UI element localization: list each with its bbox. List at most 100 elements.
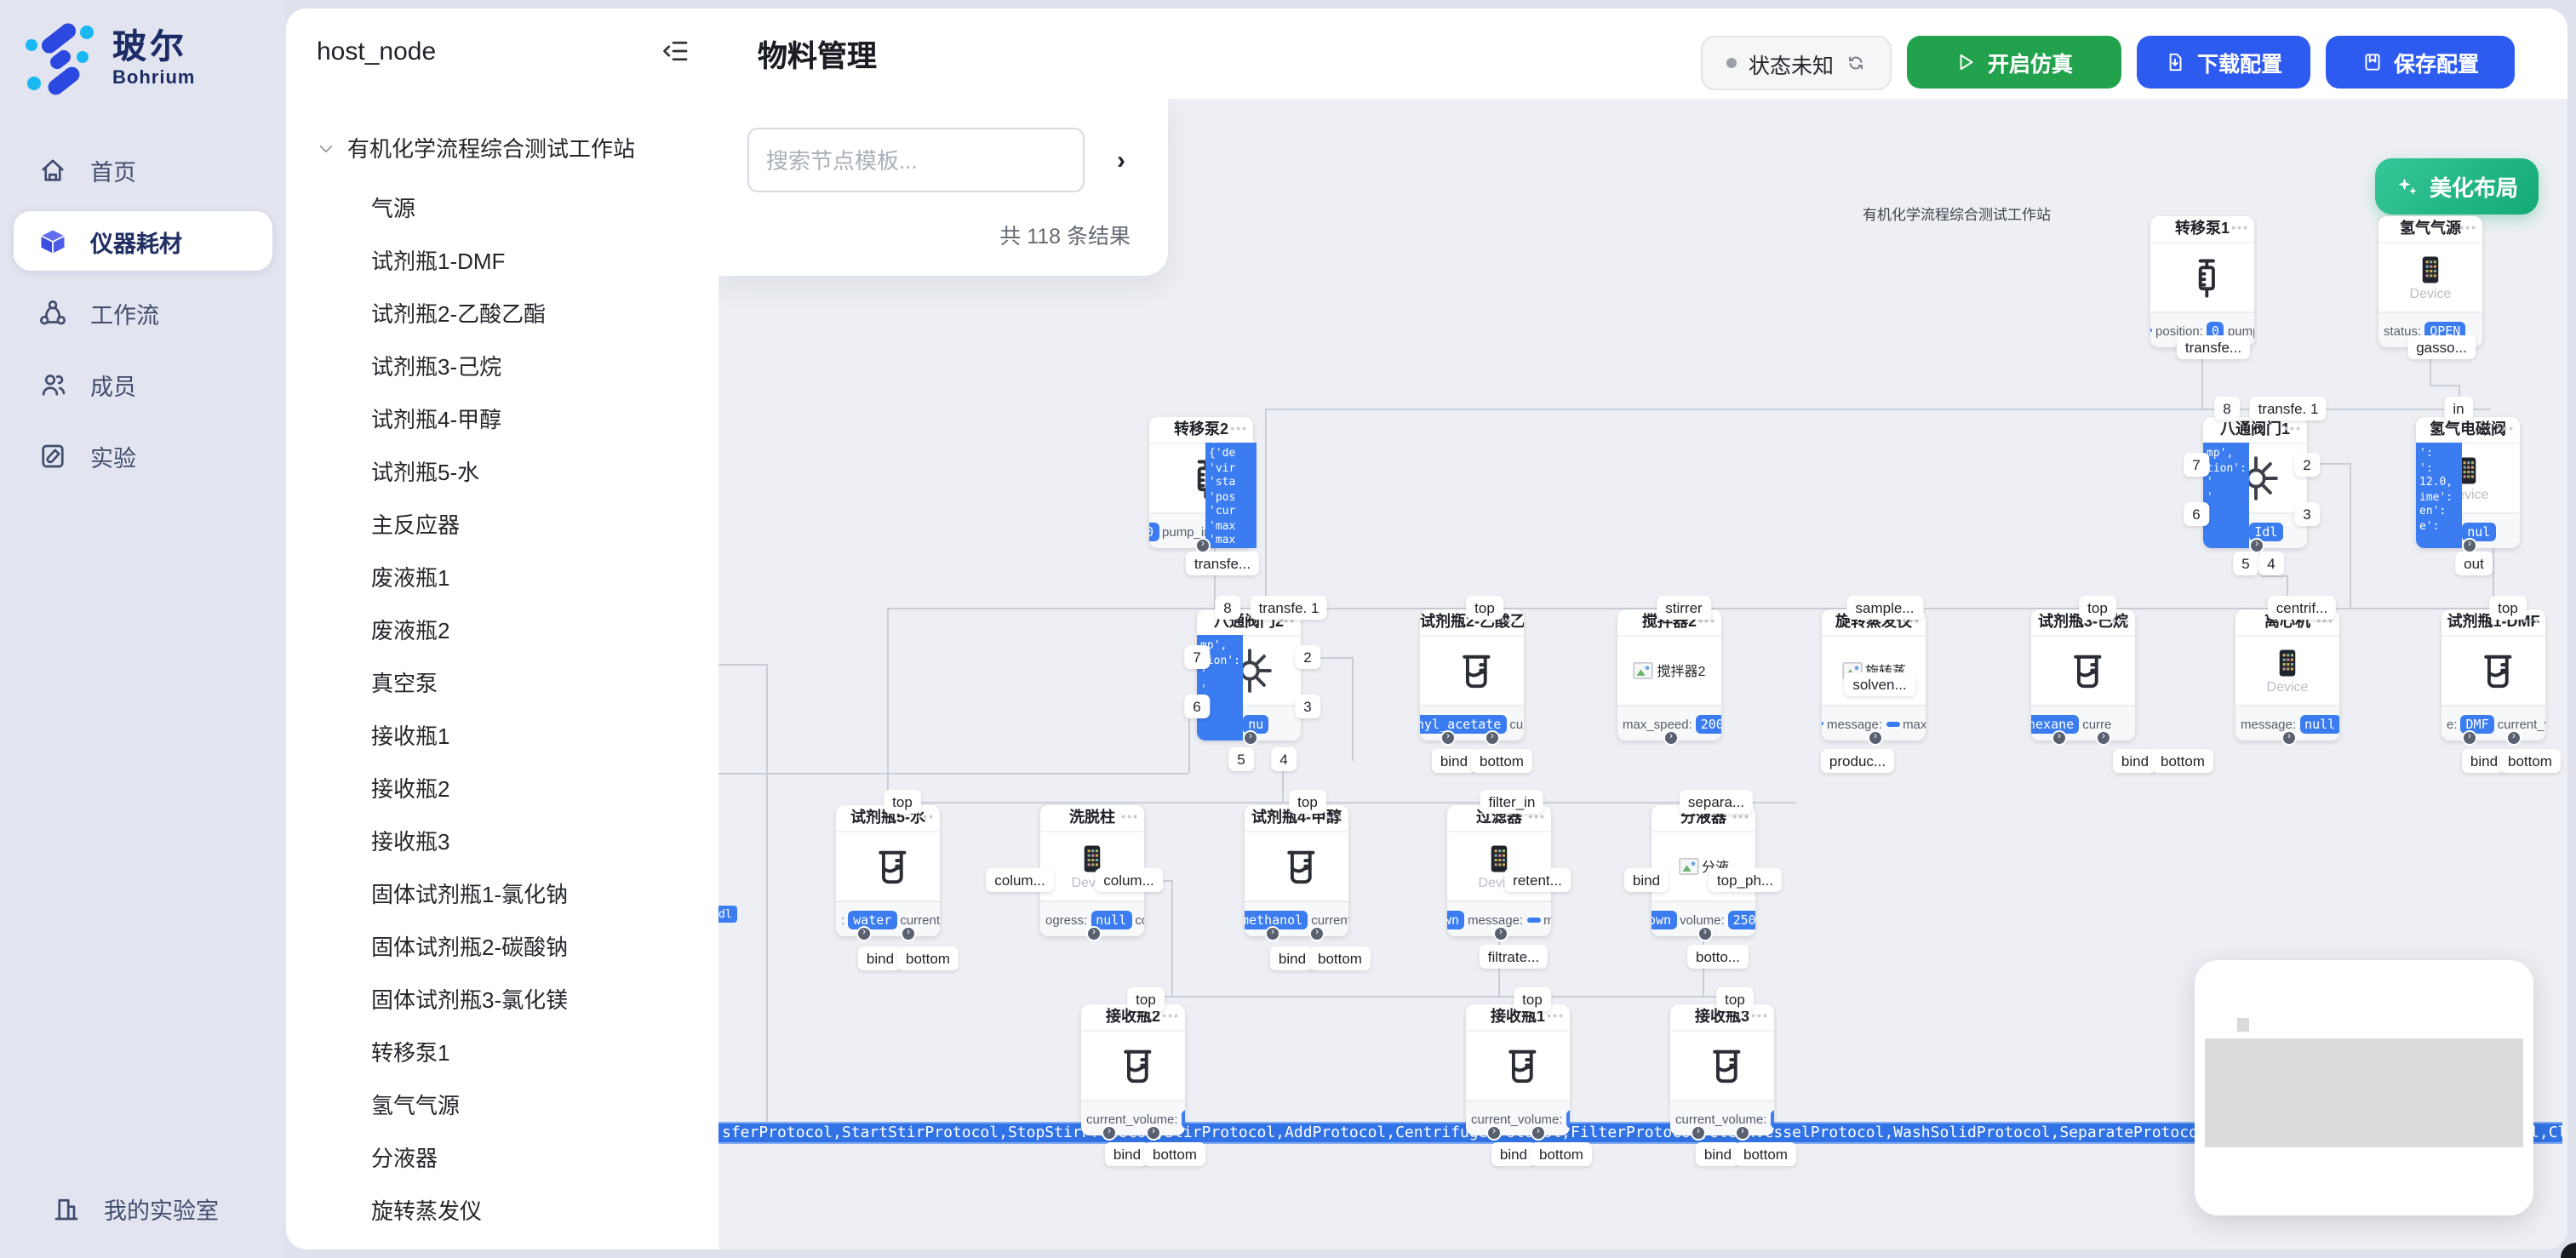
sidebar-item-仪器耗材[interactable]: 仪器耗材 bbox=[14, 211, 272, 271]
sidebar-item-工作流[interactable]: 工作流 bbox=[14, 283, 272, 342]
tree-item-废液瓶1[interactable]: 废液瓶1 bbox=[371, 560, 449, 592]
port-handle-icon[interactable]: › bbox=[1735, 1125, 1750, 1141]
node-menu-icon[interactable]: ••• bbox=[1230, 417, 1248, 443]
tree-root-item[interactable]: 有机化学流程综合测试工作站 bbox=[317, 131, 635, 163]
port-handle-icon[interactable]: › bbox=[1691, 1125, 1706, 1141]
tree-item-固体试剂瓶1-氯化钠[interactable]: 固体试剂瓶1-氯化钠 bbox=[371, 877, 568, 909]
flow-node-转移泵1[interactable]: 转移泵1•••position:0pump› bbox=[2150, 216, 2254, 347]
node-menu-icon[interactable]: ••• bbox=[2284, 417, 2302, 443]
sidebar-item-首页[interactable]: 首页 bbox=[14, 140, 272, 199]
sidebar-item-我的实验室[interactable]: 我的实验室 bbox=[27, 1178, 259, 1238]
node-menu-icon[interactable]: ••• bbox=[2231, 216, 2249, 242]
tree-item-废液瓶2[interactable]: 废液瓶2 bbox=[371, 613, 449, 645]
port-handle-icon[interactable]: › bbox=[1697, 926, 1713, 941]
flow-node-氢气电磁阀[interactable]: 氢气电磁阀•••Devicestatus:nul':':12.0,ime':en… bbox=[2416, 417, 2520, 548]
flow-node-试剂瓶3-己烷[interactable]: 试剂瓶3-己烷•••hexanecurre›› bbox=[2031, 609, 2135, 741]
node-title: 氢气气源••• bbox=[2379, 216, 2482, 243]
port-label: sample... bbox=[1847, 596, 1923, 620]
flow-node-试剂瓶5-水[interactable]: 试剂瓶5-水•••:watercurrent_v›› bbox=[836, 805, 940, 936]
flow-node-八通阀门2[interactable]: 八通阀门2•••status:nump',tion':''› bbox=[1197, 609, 1301, 741]
port-handle-icon[interactable]: › bbox=[1486, 1125, 1502, 1141]
flow-node-试剂瓶4-甲醇[interactable]: 试剂瓶4-甲醇•••methanolcurrent_›› bbox=[1245, 805, 1348, 936]
flow-node-接收瓶2[interactable]: 接收瓶2•••current_volume:0›› bbox=[1081, 1004, 1185, 1135]
tree-item-接收瓶2[interactable]: 接收瓶2 bbox=[371, 771, 449, 803]
port-handle-icon[interactable]: › bbox=[1243, 730, 1258, 746]
port-label: top bbox=[1127, 987, 1165, 1011]
下载配置-button[interactable]: 下载配置 bbox=[2137, 36, 2310, 89]
保存配置-button[interactable]: 保存配置 bbox=[2326, 36, 2515, 89]
tree-item-气源[interactable]: 气源 bbox=[371, 191, 415, 223]
flow-node-八通阀门1[interactable]: 八通阀门1•••status:Idlmp',tion':''› bbox=[2203, 417, 2307, 548]
flow-canvas[interactable]: 有机化学流程综合测试工作站 sferProtocol,StartStirProt… bbox=[718, 99, 2567, 1249]
beautify-layout-button[interactable]: 美化布局 bbox=[2375, 158, 2539, 214]
tree-item-固体试剂瓶2-碳酸钠[interactable]: 固体试剂瓶2-碳酸钠 bbox=[371, 929, 568, 962]
tree-item-分液器[interactable]: 分液器 bbox=[371, 1141, 438, 1173]
tree-item-试剂瓶2-乙酸乙酯[interactable]: 试剂瓶2-乙酸乙酯 bbox=[371, 296, 546, 329]
sidebar-item-成员[interactable]: 成员 bbox=[14, 354, 272, 414]
flow-node-离心机[interactable]: 离心机•••Devicemessage:nullma› bbox=[2235, 609, 2339, 741]
refresh-icon[interactable] bbox=[1846, 53, 1866, 73]
tree-item-试剂瓶5-水[interactable]: 试剂瓶5-水 bbox=[371, 455, 479, 487]
port-handle-icon[interactable]: › bbox=[2096, 730, 2111, 746]
port-handle-icon[interactable]: › bbox=[901, 926, 916, 941]
port-handle-icon[interactable]: › bbox=[1309, 926, 1325, 941]
edge-line bbox=[718, 664, 766, 666]
port-handle-icon[interactable]: › bbox=[1531, 1125, 1546, 1141]
port-handle-icon[interactable]: › bbox=[1493, 926, 1508, 941]
tree-item-固体试剂瓶3-氯化镁[interactable]: 固体试剂瓶3-氯化镁 bbox=[371, 982, 568, 1015]
tree-item-氢气气源[interactable]: 氢气气源 bbox=[371, 1088, 460, 1120]
port-handle-icon[interactable]: › bbox=[1102, 1125, 1117, 1141]
node-menu-icon[interactable]: ••• bbox=[1325, 805, 1343, 831]
port-handle-icon[interactable]: › bbox=[1086, 926, 1102, 941]
flow-node-氢气气源[interactable]: 氢气气源•••Devicestatus:OPEN› bbox=[2379, 216, 2482, 347]
tree-item-试剂瓶4-甲醇[interactable]: 试剂瓶4-甲醇 bbox=[371, 402, 501, 434]
port-handle-icon[interactable]: › bbox=[856, 926, 872, 941]
tree-item-试剂瓶1-DMF[interactable]: 试剂瓶1-DMF bbox=[371, 243, 505, 276]
port-handle-icon[interactable]: › bbox=[2506, 730, 2522, 746]
port-label: 2 bbox=[1295, 645, 1319, 669]
port-handle-icon[interactable]: › bbox=[2462, 730, 2477, 746]
search-input[interactable] bbox=[747, 128, 1085, 192]
tree-item-接收瓶3[interactable]: 接收瓶3 bbox=[371, 824, 449, 856]
port-label: 3 bbox=[1295, 695, 1319, 718]
status-badge[interactable]: 状态未知 bbox=[1701, 36, 1892, 90]
node-menu-icon[interactable]: ••• bbox=[2497, 417, 2515, 443]
node-menu-icon[interactable]: ••• bbox=[1121, 805, 1139, 831]
port-handle-icon[interactable]: › bbox=[1485, 730, 1500, 746]
broken-image-icon bbox=[1634, 662, 1654, 679]
port-handle-icon[interactable]: › bbox=[2281, 730, 2297, 746]
flow-node-转移泵2[interactable]: 转移泵2•••0pump_info:{'de'vir'sta'pos'cur'm… bbox=[1149, 417, 1253, 548]
tree-item-试剂瓶3-己烷[interactable]: 试剂瓶3-己烷 bbox=[371, 349, 501, 381]
port-handle-icon[interactable]: › bbox=[1265, 926, 1280, 941]
chevron-down-icon[interactable] bbox=[317, 138, 335, 157]
port-handle-icon[interactable]: › bbox=[1663, 730, 1679, 746]
tree-item-转移泵1[interactable]: 转移泵1 bbox=[371, 1035, 449, 1067]
sidebar-item-实验[interactable]: 实验 bbox=[14, 426, 272, 485]
node-menu-icon[interactable]: ••• bbox=[1751, 1004, 1769, 1030]
tree-item-接收瓶1[interactable]: 接收瓶1 bbox=[371, 718, 449, 751]
port-handle-icon[interactable]: › bbox=[1868, 730, 1883, 746]
node-menu-icon[interactable]: ••• bbox=[1501, 609, 1519, 635]
flow-node-接收瓶1[interactable]: 接收瓶1•••current_volume:0›› bbox=[1466, 1004, 1570, 1135]
port-label: 4 bbox=[1271, 747, 1296, 771]
flow-node-试剂瓶1-DMF[interactable]: 试剂瓶1-DMF•••e:DMFcurrent_vol›› bbox=[2441, 609, 2545, 741]
panel-collapse-icon[interactable] bbox=[661, 36, 691, 66]
footer-field-label: volume: bbox=[1680, 912, 1725, 927]
search-expand-button[interactable]: › bbox=[1107, 145, 1136, 177]
minimap[interactable] bbox=[2195, 960, 2533, 1215]
port-label: bind bbox=[1491, 1142, 1536, 1166]
flow-node-接收瓶3[interactable]: 接收瓶3•••current_volume:0›› bbox=[1670, 1004, 1774, 1135]
flow-node-搅拌器2[interactable]: 搅拌器2•••搅拌器2max_speed:2000› bbox=[1617, 609, 1721, 741]
开启仿真-button[interactable]: 开启仿真 bbox=[1907, 36, 2121, 89]
port-handle-icon[interactable]: › bbox=[1440, 730, 1456, 746]
main-area: 物料管理 状态未知 开启仿真下载配置保存配置 有机化学流程综合测试工作站 sfe… bbox=[718, 9, 2567, 1249]
port-handle-icon[interactable]: › bbox=[1146, 1125, 1161, 1141]
flow-node-试剂瓶2-乙酸乙酯[interactable]: 试剂瓶2-乙酸乙酯•••hyl_acetatecurre›› bbox=[1420, 609, 1524, 741]
tree-item-主反应器[interactable]: 主反应器 bbox=[371, 507, 460, 540]
tree-item-旋转蒸发仪[interactable]: 旋转蒸发仪 bbox=[371, 1193, 482, 1226]
node-menu-icon[interactable]: ••• bbox=[2459, 216, 2477, 242]
node-menu-icon[interactable]: ••• bbox=[1162, 1004, 1180, 1030]
tree-item-真空泵[interactable]: 真空泵 bbox=[371, 666, 438, 698]
port-handle-icon[interactable]: › bbox=[2052, 730, 2067, 746]
brand-logo[interactable]: 玻尔 Bohrium bbox=[0, 0, 286, 95]
